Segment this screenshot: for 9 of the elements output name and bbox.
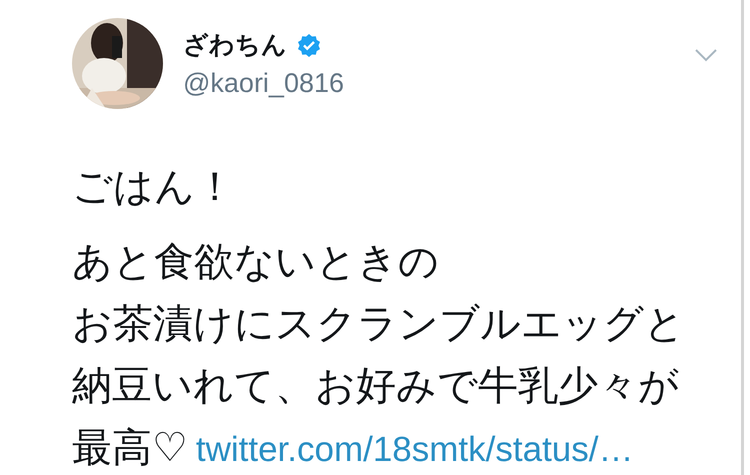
tweet-text: 最高♡ <box>72 424 188 473</box>
author-name[interactable]: ざわちん <box>183 29 287 61</box>
tweet-text: あと食欲ないときの <box>72 238 439 287</box>
tweet-text: ごはん！ <box>72 163 235 212</box>
tweet-text: お茶漬けにスクランブルエッグと <box>72 300 685 349</box>
tweet-text: 納豆いれて、お好みで牛乳少々が <box>72 362 679 411</box>
status-link[interactable]: twitter.com/18smtk/status/… <box>196 430 634 470</box>
author-handle: @kaori_0816 <box>183 67 344 100</box>
chevron-down-icon[interactable] <box>695 48 717 62</box>
